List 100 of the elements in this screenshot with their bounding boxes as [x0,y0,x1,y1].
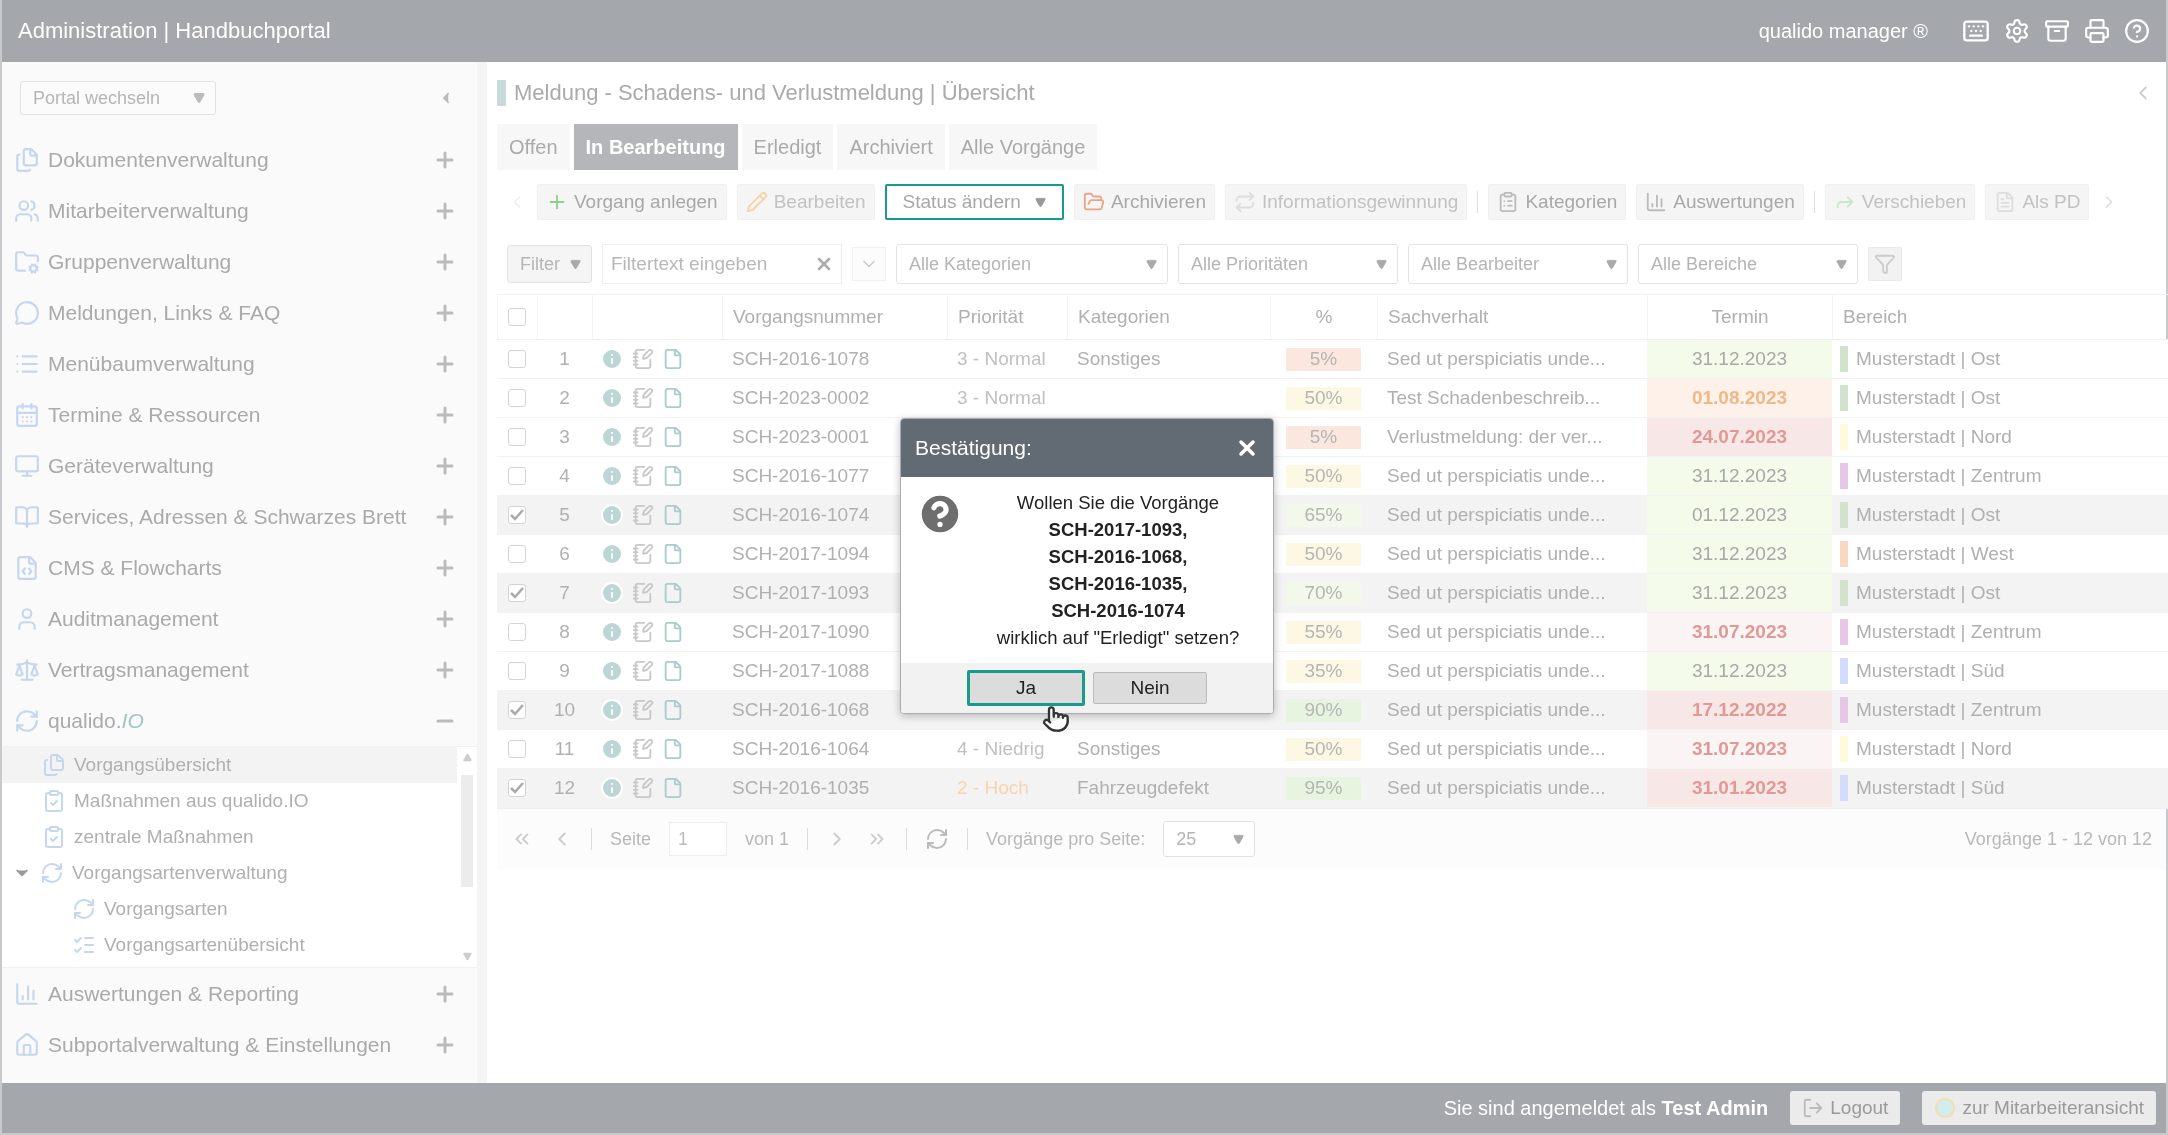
row-checkbox[interactable] [508,506,526,524]
toolbar-button[interactable]: Kategorien [1488,184,1627,220]
tree-item[interactable]: Vorgangsartenverwaltung [2,855,457,891]
document-icon[interactable] [662,738,684,760]
filter-select[interactable]: Alle Bearbeiter [1408,244,1628,284]
notepad-edit-icon[interactable] [632,348,654,370]
funnel-button[interactable] [1868,247,1902,281]
info-icon[interactable] [600,776,624,800]
settings-icon[interactable] [2004,18,2030,44]
filter-select[interactable]: Alle Kategorien [896,244,1168,284]
row-checkbox[interactable] [508,662,526,680]
document-icon[interactable] [662,621,684,643]
tree-item[interactable]: Vorgangsübersicht [2,747,457,783]
refresh-icon[interactable] [925,827,950,851]
document-icon[interactable] [662,348,684,370]
expand-filter-button[interactable] [852,247,886,281]
info-icon[interactable] [600,542,624,566]
archive-icon[interactable] [2044,18,2070,44]
dialog-button[interactable]: Ja [967,670,1085,706]
tree-item[interactable]: Vorgangsarten [2,891,457,927]
info-icon[interactable] [600,581,624,605]
sidebar-item[interactable]: Menübaumverwaltung [2,338,477,389]
tree-item[interactable]: zentrale Maßnahmen [2,819,457,855]
sidebar-item[interactable]: Termine & Ressourcen [2,389,477,440]
document-icon[interactable] [662,543,684,565]
column-header[interactable]: Vorgangsnummer [722,295,947,339]
column-header[interactable]: Priorität [947,295,1067,339]
notepad-edit-icon[interactable] [632,582,654,604]
row-checkbox[interactable] [508,584,526,602]
info-icon[interactable] [600,503,624,527]
logout-button[interactable]: Logout [1790,1091,1901,1125]
sidebar-item[interactable]: Auditmanagement [2,593,477,644]
notepad-edit-icon[interactable] [632,426,654,448]
info-icon[interactable] [600,464,624,488]
info-icon[interactable] [600,737,624,761]
row-checkbox[interactable] [508,740,526,758]
notepad-edit-icon[interactable] [632,738,654,760]
info-icon[interactable] [600,425,624,449]
column-header[interactable]: Kategorien [1067,295,1270,339]
sidebar-item[interactable]: Dokumentenverwaltung [2,134,477,185]
info-icon[interactable] [600,620,624,644]
tab[interactable]: Offen [497,124,570,170]
notepad-edit-icon[interactable] [632,621,654,643]
page-input[interactable]: 1 [669,822,728,856]
tab[interactable]: In Bearbeitung [573,124,738,170]
tab[interactable]: Archiviert [837,124,945,170]
row-checkbox[interactable] [508,428,526,446]
filter-dropdown[interactable]: Filter [507,245,592,283]
info-icon[interactable] [600,386,624,410]
notepad-edit-icon[interactable] [632,543,654,565]
sidebar-item[interactable]: Geräteverwaltung [2,440,477,491]
employee-view-button[interactable]: zur Mitarbeiteransicht [1922,1091,2156,1125]
help-icon[interactable] [2124,18,2150,44]
row-checkbox[interactable] [508,779,526,797]
row-checkbox[interactable] [508,545,526,563]
column-header[interactable]: Bereich [1832,295,2168,339]
sidebar-item[interactable]: Services, Adressen & Schwarzes Brett [2,491,477,542]
document-icon[interactable] [662,504,684,526]
row-checkbox[interactable] [508,350,526,368]
tab[interactable]: Alle Vorgänge [948,124,1098,170]
column-header[interactable]: Termin [1647,295,1832,339]
notepad-edit-icon[interactable] [632,504,654,526]
filter-select[interactable]: Alle Prioritäten [1178,244,1398,284]
scroll-down-icon[interactable] [462,952,472,961]
filter-select[interactable]: Alle Bereiche [1638,244,1858,284]
row-checkbox[interactable] [508,389,526,407]
document-icon[interactable] [662,699,684,721]
document-icon[interactable] [662,777,684,799]
toolbar-button[interactable]: Status ändern [884,184,1064,220]
column-header[interactable]: % [1270,295,1377,339]
row-checkbox[interactable] [508,467,526,485]
dialog-button[interactable]: Nein [1093,672,1207,704]
sidebar-item[interactable]: Meldungen, Links & FAQ [2,287,477,338]
sidebar-item[interactable]: Gruppenverwaltung [2,236,477,287]
document-icon[interactable] [662,387,684,409]
notepad-edit-icon[interactable] [632,465,654,487]
sidebar-item[interactable]: Mitarbeiterverwaltung [2,185,477,236]
document-icon[interactable] [662,660,684,682]
toolbar-button[interactable]: Auswertungen [1636,184,1804,220]
tab[interactable]: Erledigt [741,124,834,170]
sidebar-item[interactable]: Vertragsmanagement [2,644,477,695]
portal-select[interactable]: Portal wechseln [20,81,216,115]
notepad-edit-icon[interactable] [632,777,654,799]
toolbar-button[interactable]: Vorgang anlegen [537,184,727,220]
tree-item[interactable]: Maßnahmen aus qualido.IO [2,783,457,819]
column-header[interactable]: Sachverhalt [1377,295,1647,339]
tree-item[interactable]: Vorgangsartenübersicht [2,927,457,963]
info-icon[interactable] [600,659,624,683]
document-icon[interactable] [662,426,684,448]
printer-icon[interactable] [2084,18,2110,44]
sidebar-item[interactable]: CMS & Flowcharts [2,542,477,593]
sidebar-item[interactable]: qualido.IO [2,695,477,746]
sidebar-item[interactable]: Auswertungen & Reporting [2,968,477,1019]
scroll-up-icon[interactable] [462,753,472,762]
row-checkbox[interactable] [508,623,526,641]
row-checkbox[interactable] [508,701,526,719]
select-all-checkbox[interactable] [508,308,526,326]
sidebar-item[interactable]: Subportalverwaltung & Einstellungen [2,1019,477,1070]
toolbar-button[interactable]: Archivieren [1073,184,1215,220]
per-page-select[interactable]: 25 [1163,821,1256,857]
